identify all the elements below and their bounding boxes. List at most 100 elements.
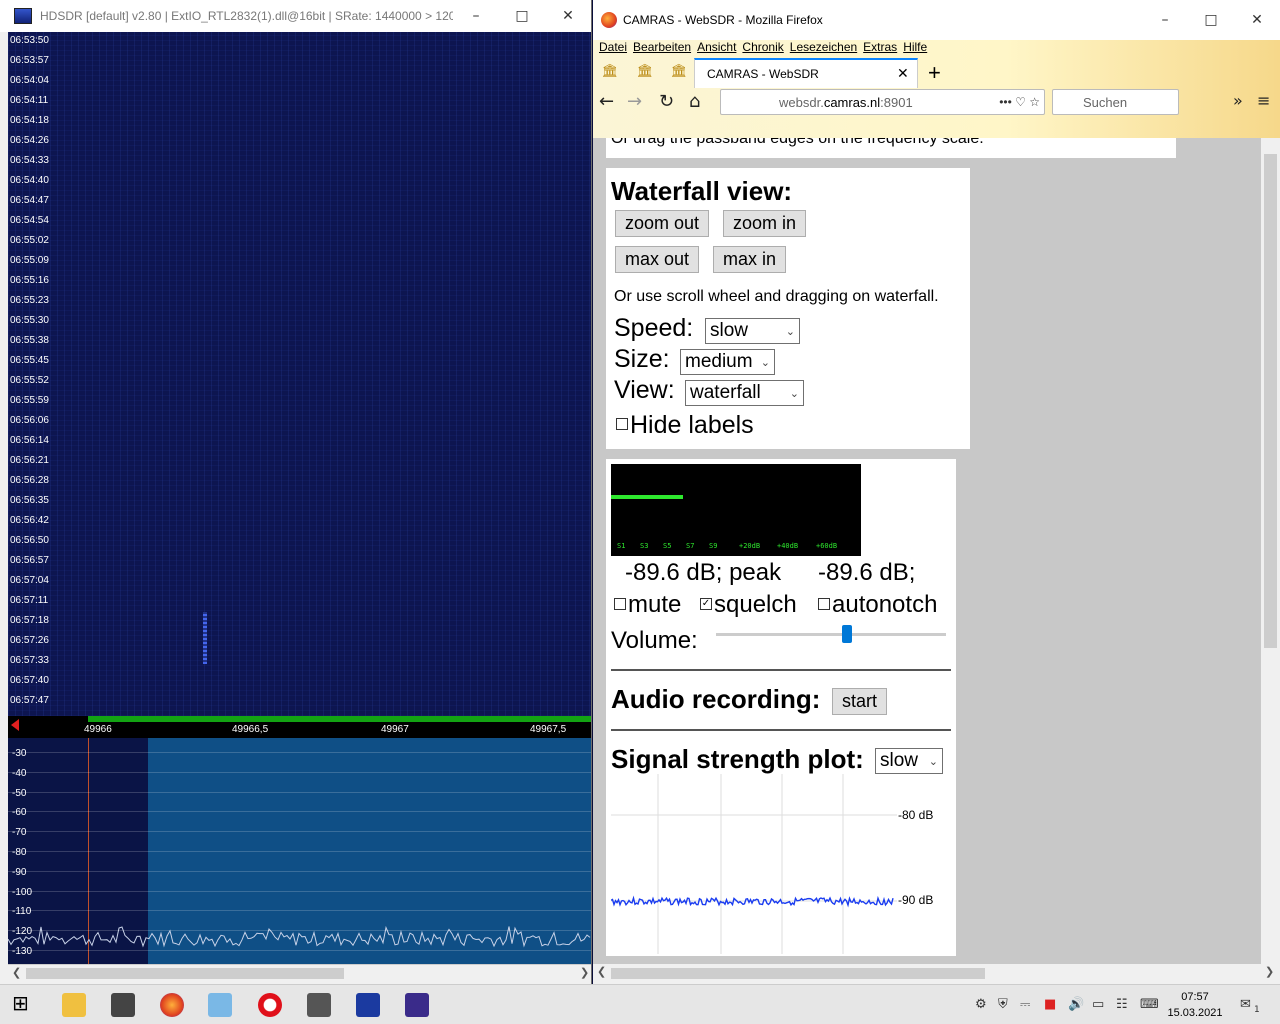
scroll-left-icon[interactable]: ❮ [597, 965, 606, 978]
page-horizontal-scrollbar[interactable]: ❮ ❯ [593, 964, 1280, 984]
hdsdr-scrollbar[interactable]: ❮ ❯ [8, 964, 591, 982]
back-icon[interactable]: ← [599, 91, 614, 112]
tab-label: CAMRAS - WebSDR [707, 67, 819, 81]
view-label: View: [614, 376, 675, 404]
home-icon[interactable]: ⌂ [689, 91, 700, 112]
scroll-right-icon[interactable]: ❯ [1265, 965, 1274, 978]
speed-label: Speed: [614, 314, 694, 342]
max-out-button[interactable]: max out [615, 246, 700, 273]
menu-lesezeichen[interactable]: Lesezeichen [790, 40, 857, 56]
websdr-page: Or drag the passband edges on the freque… [593, 138, 1261, 964]
time-label: 06:54:54 [10, 215, 49, 226]
network-icon[interactable]: ☷ [1116, 997, 1128, 1012]
speed-select[interactable]: slow ⌄ [705, 318, 800, 344]
search-input[interactable]: Suchen [1052, 89, 1179, 115]
time-label: 06:54:26 [10, 135, 49, 146]
zoom-out-button[interactable]: zoom out [615, 210, 710, 237]
spectrum-display[interactable]: -30 -40 -50 -60 -70 -80 -90 -100 -110 -120 -130 [8, 738, 591, 964]
scroll-left-icon[interactable]: ❮ [12, 966, 21, 979]
menu-extras[interactable]: Extras [863, 40, 897, 56]
menu-hilfe[interactable]: Hilfe [903, 40, 927, 56]
file-explorer-icon[interactable] [62, 993, 86, 1017]
pinned-tab-bank-icon[interactable]: 🏛 [636, 64, 654, 80]
tab-close-icon[interactable]: ✕ [897, 66, 917, 82]
page-vertical-scrollbar[interactable] [1261, 138, 1280, 964]
time-label: 06:55:16 [10, 275, 49, 286]
divider [611, 669, 951, 671]
time-label: 06:57:26 [10, 635, 49, 646]
checked-checkbox-icon[interactable]: ✓ [700, 597, 712, 610]
menu-bearbeiten[interactable]: Bearbeiten [633, 40, 691, 56]
language-icon[interactable]: ⌨ [1140, 997, 1159, 1012]
time-label: 06:54:11 [10, 95, 49, 106]
waterfall-display[interactable]: 06:53:50 06:53:57 06:54:04 06:54:11 06:54:18… [8, 32, 591, 716]
url-bar[interactable]: websdr.camras.nl:8901 ••• ♡ ☆ [720, 89, 1045, 115]
time-label: 06:57:18 [10, 615, 49, 626]
overflow-menu-icon[interactable]: » [1233, 91, 1243, 110]
tray-icon[interactable]: ⚙ [975, 997, 987, 1012]
close-button[interactable]: ✕ [545, 8, 591, 24]
maximize-button[interactable]: □ [1188, 12, 1234, 28]
notifications-icon[interactable]: ✉ [1240, 997, 1251, 1012]
hdsdr-taskbar-icon[interactable] [356, 993, 380, 1017]
mute-checkbox[interactable]: mute [614, 591, 681, 619]
squelch-checkbox[interactable]: ✓ squelch [700, 591, 797, 619]
view-select[interactable]: waterfall ⌄ [685, 380, 804, 406]
satellite-app-icon[interactable] [405, 993, 429, 1017]
minimize-button[interactable]: – [1142, 12, 1188, 28]
checkbox-icon[interactable] [616, 418, 628, 431]
zoom-in-button[interactable]: zoom in [723, 210, 807, 237]
clock[interactable]: 07:57 15.03.2021 [1166, 989, 1224, 1021]
snipping-tool-icon[interactable] [307, 993, 331, 1017]
reload-icon[interactable]: ↻ [659, 91, 674, 112]
maximize-button[interactable]: □ [499, 8, 545, 24]
signal-speed-select[interactable]: slow ⌄ [875, 748, 943, 774]
page-actions-icon[interactable]: ••• ♡ ☆ [999, 95, 1040, 109]
windows-start-icon[interactable]: ⊞ [12, 991, 36, 1015]
hide-labels-checkbox[interactable]: Hide labels [616, 411, 754, 440]
smeter-level-bar [611, 495, 683, 499]
menu-datei[interactable]: Datei [599, 40, 627, 56]
scroll-right-icon[interactable]: ❯ [580, 966, 589, 979]
pinned-tab-bank-icon[interactable]: 🏛 [601, 64, 619, 80]
firefox-titlebar[interactable]: CAMRAS - WebSDR - Mozilla Firefox – □ ✕ [593, 0, 1280, 40]
volume-slider[interactable] [716, 633, 946, 636]
firefox-window: CAMRAS - WebSDR - Mozilla Firefox – □ ✕ … [593, 0, 1280, 984]
forward-icon[interactable]: → [627, 91, 642, 112]
minimize-button[interactable]: – [453, 8, 499, 24]
hamburger-menu-icon[interactable]: ≡ [1257, 91, 1270, 110]
time-label: 06:55:09 [10, 255, 49, 266]
usb-icon[interactable]: ⎓ [1020, 997, 1030, 1012]
max-in-button[interactable]: max in [713, 246, 787, 273]
menu-chronik[interactable]: Chronik [742, 40, 783, 56]
media-player-icon[interactable] [208, 993, 232, 1017]
close-button[interactable]: ✕ [1234, 12, 1280, 28]
hdsdr-window: HDSDR [default] v2.80 | ExtIO_RTL2832(1)… [0, 0, 592, 984]
taskbar: ⊞ ⚙ ⛨ ⎓ ■ 🔊 ▭ ☷ ⌨ 07:57 15.03.2021 ✉ 1 [0, 984, 1280, 1024]
frequency-scale[interactable]: 49966 49966,5 49967 49967,5 [8, 716, 591, 738]
antivirus-icon[interactable]: ■ [1044, 997, 1056, 1012]
display-icon[interactable]: ▭ [1092, 997, 1104, 1012]
size-select[interactable]: medium ⌄ [680, 349, 775, 375]
pinned-tab-bank-icon[interactable]: 🏛 [670, 64, 688, 80]
scroll-hint: Or use scroll wheel and dragging on wate… [614, 288, 939, 305]
shield-icon[interactable]: ⛨ [998, 997, 1008, 1012]
firefox-taskbar-icon[interactable] [160, 993, 184, 1017]
menu-ansicht[interactable]: Ansicht [697, 40, 736, 56]
tune-marker-icon[interactable] [11, 719, 19, 731]
smeter-tick-label: S5 [663, 542, 672, 550]
opera-icon[interactable] [258, 993, 282, 1017]
volume-icon[interactable]: 🔊 [1068, 997, 1084, 1012]
start-recording-button[interactable]: start [832, 688, 888, 715]
volume-slider-thumb[interactable] [842, 625, 853, 643]
autonotch-checkbox[interactable]: autonotch [818, 591, 937, 619]
new-tab-icon[interactable]: + [928, 60, 941, 86]
smeter-tick-label: +40dB [777, 542, 799, 550]
store-icon[interactable] [111, 993, 135, 1017]
hdsdr-title: HDSDR [default] v2.80 | ExtIO_RTL2832(1)… [40, 9, 453, 23]
checkbox-icon[interactable] [818, 597, 830, 610]
checkbox-icon[interactable] [614, 597, 626, 610]
tab-camras-websdr[interactable]: CAMRAS - WebSDR ✕ [694, 58, 918, 88]
hdsdr-titlebar[interactable]: HDSDR [default] v2.80 | ExtIO_RTL2832(1)… [0, 0, 591, 32]
time-label: 06:56:28 [10, 475, 49, 486]
